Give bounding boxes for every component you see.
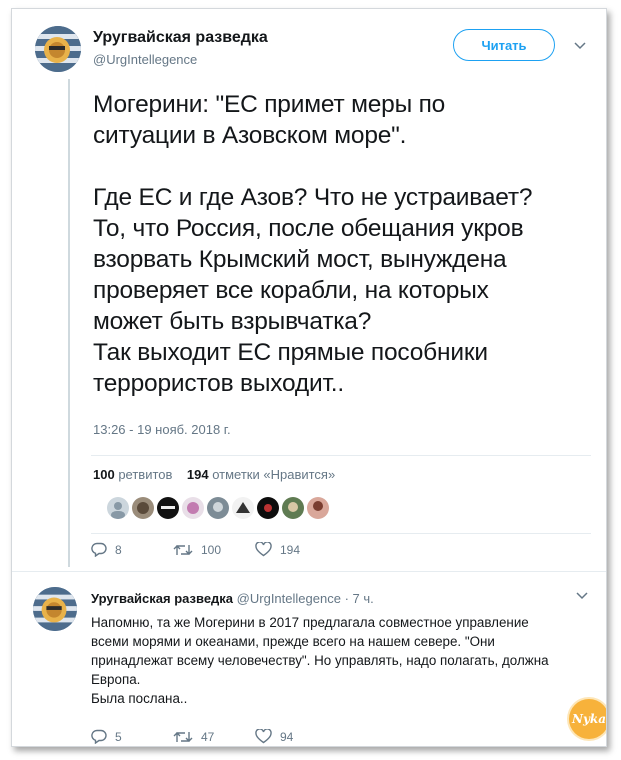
- like-button[interactable]: 94: [255, 729, 337, 744]
- retweets-label: ретвитов: [118, 467, 173, 482]
- divider: [12, 571, 606, 572]
- likes-label: отметки «Нравится»: [212, 467, 336, 482]
- likes-count: 194: [186, 467, 209, 482]
- chevron-down-icon[interactable]: [574, 39, 586, 53]
- engagement-stats[interactable]: 100 ретвитов 194 отметки «Нравится»: [93, 467, 335, 482]
- reply-button[interactable]: 5: [91, 729, 173, 744]
- reply-icon: [91, 542, 107, 557]
- liker-avatar[interactable]: [182, 497, 204, 519]
- reply-text: Напомню, та же Могерини в 2017 предлагал…: [91, 615, 549, 706]
- watermark-logo: Nyka: [569, 699, 606, 739]
- like-count: 194: [280, 542, 301, 557]
- heart-icon: [255, 729, 272, 744]
- tweet-card: Уругвайская разведка @UrgIntellegence Чи…: [11, 8, 607, 747]
- like-button[interactable]: 194: [255, 542, 337, 557]
- avatar[interactable]: [35, 26, 81, 72]
- reply-author-handle[interactable]: @UrgIntellegence: [237, 591, 341, 606]
- liker-avatar[interactable]: [232, 497, 254, 519]
- retweet-icon: [173, 543, 193, 557]
- reply-author-name[interactable]: Уругвайская разведка: [91, 591, 233, 606]
- liker-avatar[interactable]: [282, 497, 304, 519]
- heart-icon: [255, 542, 272, 557]
- retweet-count: 100: [201, 542, 222, 557]
- follow-button[interactable]: Читать: [453, 29, 555, 61]
- reply-header: Уругвайская разведка @UrgIntellegence · …: [91, 591, 374, 606]
- liker-avatar[interactable]: [307, 497, 329, 519]
- retweet-count: 47: [201, 729, 215, 744]
- divider: [91, 455, 591, 456]
- reply-button[interactable]: 8: [91, 542, 173, 557]
- tweet-timestamp[interactable]: 13:26 - 19 нояб. 2018 г.: [93, 422, 231, 437]
- tweet-text: Могерини: "ЕС примет меры по ситуации в …: [93, 91, 533, 397]
- author-name[interactable]: Уругвайская разведка: [93, 29, 268, 47]
- retweet-icon: [173, 730, 193, 744]
- retweets-count: 100: [93, 467, 115, 482]
- retweet-button[interactable]: 47: [173, 730, 255, 744]
- reply-time[interactable]: · 7 ч.: [345, 591, 374, 606]
- reply-count: 8: [115, 542, 122, 557]
- liker-avatar[interactable]: [207, 497, 229, 519]
- retweet-button[interactable]: 100: [173, 543, 255, 557]
- reply-count: 5: [115, 729, 122, 744]
- chevron-down-icon[interactable]: [576, 589, 588, 603]
- liker-avatar[interactable]: [157, 497, 179, 519]
- liker-avatar[interactable]: [132, 497, 154, 519]
- reply-icon: [91, 729, 107, 744]
- author-handle[interactable]: @UrgIntellegence: [93, 52, 197, 67]
- likers-avatars[interactable]: [107, 497, 329, 519]
- like-count: 94: [280, 729, 294, 744]
- thread-line: [68, 79, 70, 567]
- tweet-actions: 8 100 194: [91, 542, 337, 557]
- liker-avatar[interactable]: [107, 497, 129, 519]
- avatar[interactable]: [33, 587, 77, 631]
- divider: [91, 533, 591, 534]
- liker-avatar[interactable]: [257, 497, 279, 519]
- reply-actions: 5 47 94: [91, 729, 337, 744]
